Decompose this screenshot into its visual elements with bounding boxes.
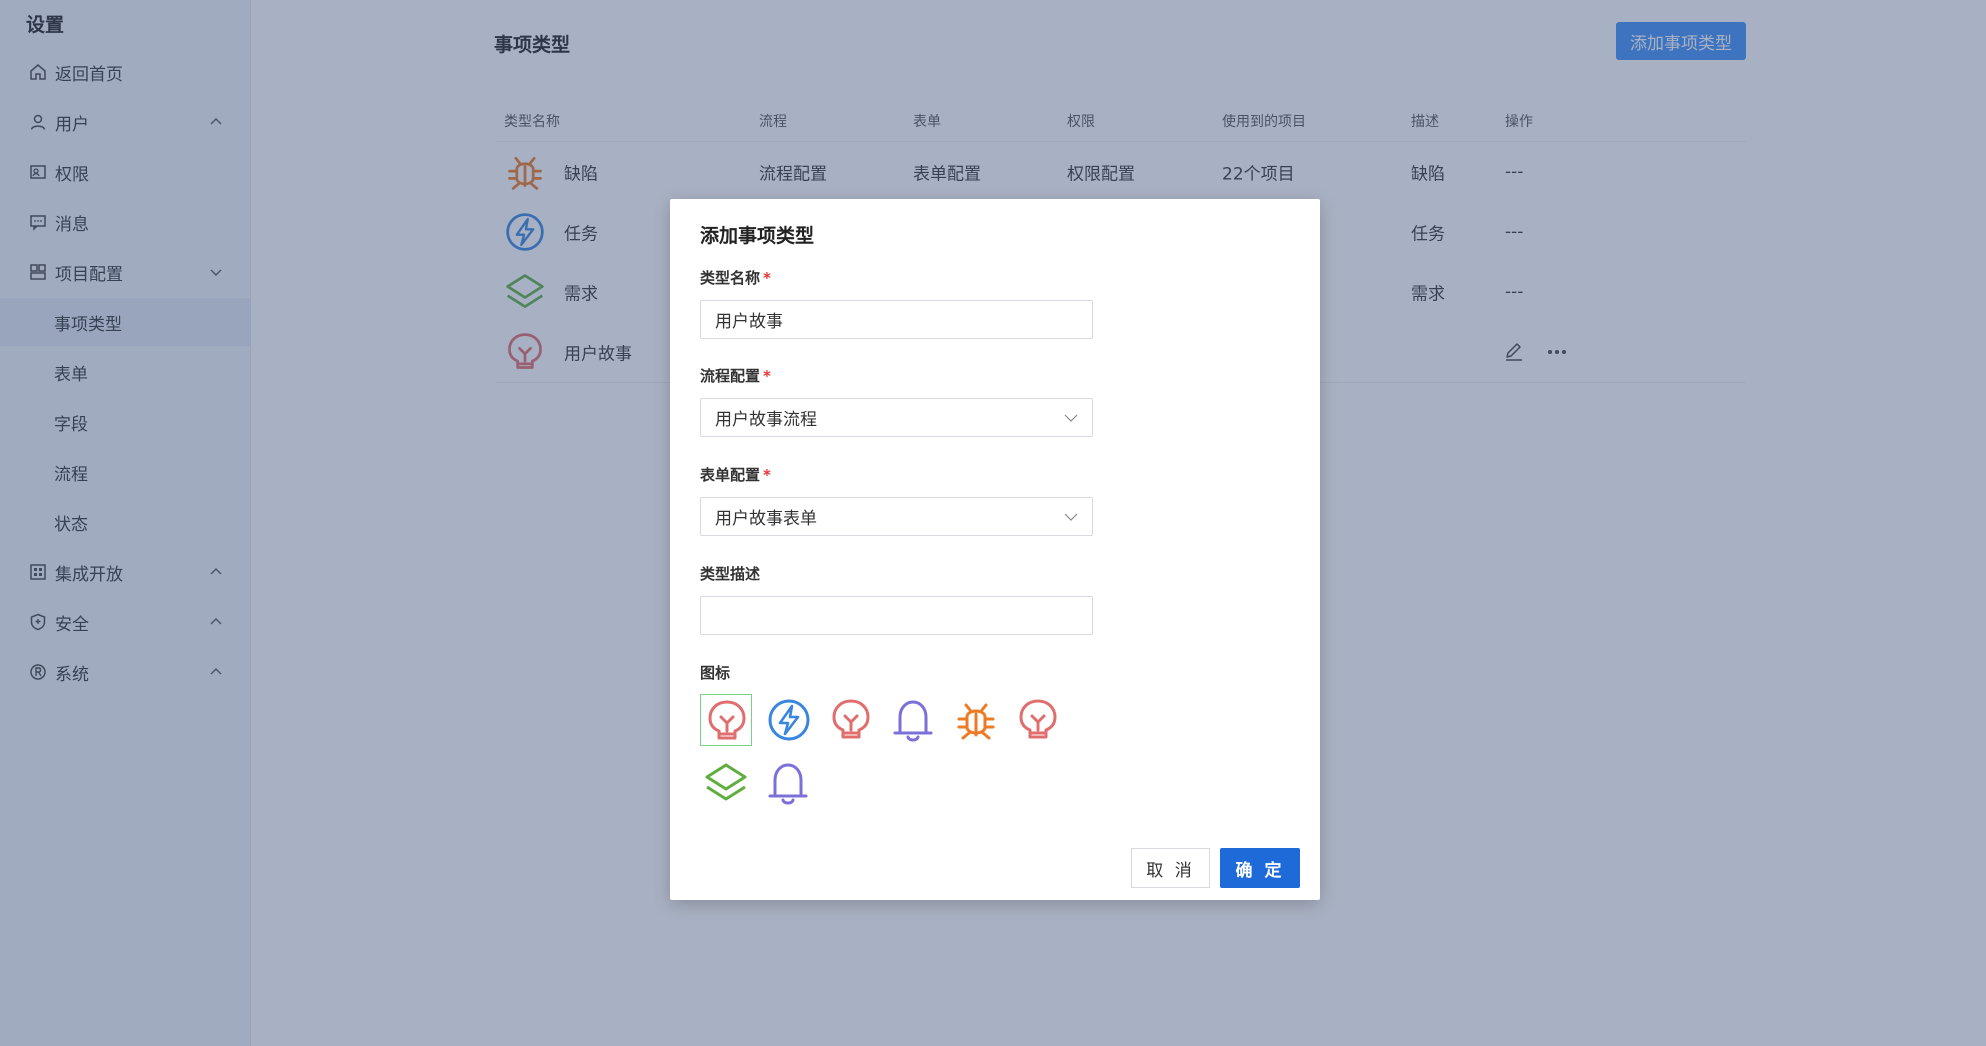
dialog-title: 添加事项类型 [700,225,815,247]
type-name-input[interactable]: 用户故事 [700,300,1093,339]
layers-icon [705,763,747,801]
add-issue-type-dialog: 添加事项类型 类型名称 * 用户故事 流程配置 * 用户故事流程 表单配置 * 用户故… [670,199,1320,900]
lightbulb-icon [832,699,870,739]
form-select[interactable]: 用户故事表单 [700,497,1093,536]
icon-option-layers[interactable] [700,757,752,809]
chevron-down-icon [1064,513,1078,521]
icon-option-lightbulb[interactable] [700,694,752,746]
lightbulb-icon [708,700,746,740]
bell-icon [768,763,808,805]
icon-option-bell[interactable] [762,757,814,809]
bug-icon [957,703,995,740]
form-select-value: 用户故事表单 [715,509,817,529]
required-mark: * [763,269,771,287]
chevron-down-icon [1064,414,1078,422]
bell-icon [893,700,933,742]
form-label: 表单配置 * [700,466,771,484]
flow-label: 流程配置 * [700,367,771,385]
icon-option-bug[interactable] [950,694,1002,746]
confirm-button[interactable]: 确 定 [1220,848,1300,888]
icon-option-lightbulb[interactable] [1012,694,1064,746]
icon-option-bell[interactable] [887,694,939,746]
required-mark: * [763,466,771,484]
flow-select[interactable]: 用户故事流程 [700,398,1093,437]
icon-option-lightning[interactable] [763,694,815,746]
icon-label: 图标 [700,664,731,682]
name-label: 类型名称 * [700,269,771,287]
required-mark: * [763,367,771,385]
desc-label: 类型描述 [700,565,761,583]
cancel-button[interactable]: 取 消 [1131,848,1210,888]
flow-select-value: 用户故事流程 [715,410,817,430]
lightbulb-icon [1019,699,1057,739]
type-desc-input[interactable] [700,596,1093,635]
icon-option-lightbulb[interactable] [825,694,877,746]
lightning-icon [768,699,810,741]
